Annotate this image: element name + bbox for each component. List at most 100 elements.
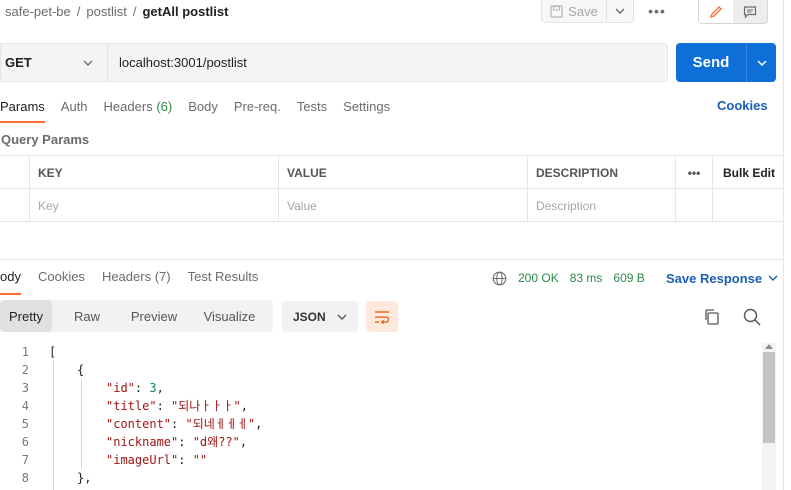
line-number: 3 bbox=[21, 381, 29, 395]
code-text: }, bbox=[77, 471, 92, 485]
tab-response-headers[interactable]: Headers (7) bbox=[102, 269, 171, 291]
json-string: "되네ㅔㅔㅔ" bbox=[185, 417, 256, 431]
breadcrumb-folder[interactable]: postlist bbox=[86, 4, 126, 19]
tab-settings[interactable]: Settings bbox=[343, 97, 390, 123]
table-row: Key Value Description bbox=[0, 189, 783, 222]
breadcrumb-request[interactable]: getAll postlist bbox=[142, 4, 228, 19]
response-body-editor[interactable]: 1 [ 2 { 3 "id": 3, 4 "title": "되나ㅏㅏㅏ", 5… bbox=[0, 343, 770, 490]
send-button[interactable]: Send bbox=[676, 43, 746, 82]
line-number: 5 bbox=[21, 417, 29, 431]
line-number: 7 bbox=[21, 453, 29, 467]
breadcrumb-separator: / bbox=[132, 3, 137, 19]
view-raw[interactable]: Raw bbox=[52, 300, 122, 332]
code-line: 6 "nickname": "d왜??", bbox=[0, 433, 760, 451]
param-description-input[interactable]: Description bbox=[528, 189, 676, 222]
comments-mode-button[interactable] bbox=[733, 0, 767, 23]
tab-test-results[interactable]: Test Results bbox=[188, 269, 259, 291]
tab-response-cookies[interactable]: Cookies bbox=[38, 269, 85, 291]
tab-tests[interactable]: Tests bbox=[297, 97, 327, 123]
json-number: 3 bbox=[149, 381, 157, 395]
tab-headers[interactable]: Headers (6) bbox=[104, 97, 173, 123]
json-separator: : bbox=[178, 435, 193, 449]
json-key: "content" bbox=[106, 417, 172, 431]
view-preview[interactable]: Preview bbox=[122, 300, 186, 332]
globe-icon[interactable] bbox=[492, 271, 507, 286]
json-string: "d왜??" bbox=[192, 435, 240, 449]
param-key-input[interactable]: Key bbox=[30, 189, 279, 222]
save-response-button[interactable]: Save Response bbox=[666, 269, 778, 287]
chevron-down-icon bbox=[615, 8, 625, 14]
code-line: 4 "title": "되나ㅏㅏㅏ", bbox=[0, 397, 760, 415]
format-select[interactable]: JSON bbox=[282, 301, 358, 332]
tab-body[interactable]: Body bbox=[188, 97, 218, 123]
save-icon bbox=[550, 4, 563, 18]
code-line: 8 }, bbox=[0, 469, 760, 487]
more-actions-button[interactable]: ••• bbox=[644, 2, 670, 20]
url-input[interactable]: localhost:3001/postlist bbox=[108, 43, 668, 82]
row-checkbox-cell bbox=[0, 189, 30, 222]
code-line: 7 "imageUrl": "" bbox=[0, 451, 760, 469]
column-options-button[interactable]: ••• bbox=[676, 156, 713, 189]
wrap-lines-icon bbox=[375, 310, 390, 324]
tab-params[interactable]: Params bbox=[0, 97, 45, 123]
row-empty-cell bbox=[713, 189, 783, 222]
column-key: KEY bbox=[30, 156, 279, 189]
breadcrumb-collection[interactable]: safe-pet-be bbox=[5, 4, 71, 19]
view-pretty[interactable]: Pretty bbox=[0, 300, 52, 332]
chevron-down-icon bbox=[768, 275, 778, 281]
method-select[interactable]: GET bbox=[0, 43, 108, 82]
save-label: Save bbox=[568, 3, 598, 19]
json-comma: , bbox=[156, 381, 164, 395]
response-size[interactable]: 609 B bbox=[613, 271, 644, 285]
tab-auth[interactable]: Auth bbox=[61, 97, 88, 123]
right-sidebar-edge bbox=[783, 0, 791, 490]
json-key: "title" bbox=[106, 399, 157, 413]
copy-icon[interactable] bbox=[702, 307, 722, 327]
editor-scrollbar-thumb[interactable] bbox=[763, 352, 775, 443]
tab-headers-count: (6) bbox=[156, 99, 173, 114]
indent-guide bbox=[53, 361, 54, 490]
cookies-link[interactable]: Cookies bbox=[717, 98, 768, 113]
save-options-button[interactable] bbox=[607, 0, 634, 23]
response-time[interactable]: 83 ms bbox=[570, 271, 603, 285]
tab-response-headers-label: Headers bbox=[101, 269, 152, 284]
status-code[interactable]: 200 OK bbox=[518, 271, 559, 285]
scroll-up-arrow-icon[interactable] bbox=[765, 344, 773, 349]
pencil-icon bbox=[709, 5, 722, 18]
json-comma: , bbox=[240, 399, 248, 413]
row-options-cell bbox=[676, 189, 713, 222]
line-number: 8 bbox=[21, 471, 29, 485]
save-button[interactable]: Save bbox=[541, 0, 607, 23]
json-key: "imageUrl" bbox=[106, 453, 179, 467]
request-tabs: Params Auth Headers (6) Body Pre-req. Te… bbox=[0, 97, 406, 123]
breadcrumb-separator: / bbox=[76, 3, 81, 19]
code-text: { bbox=[77, 363, 85, 377]
param-value-input[interactable]: Value bbox=[279, 189, 528, 222]
format-label: JSON bbox=[293, 309, 326, 324]
json-separator: : bbox=[178, 453, 193, 467]
search-icon[interactable] bbox=[742, 307, 762, 327]
json-separator: : bbox=[171, 417, 186, 431]
line-number: 2 bbox=[21, 363, 29, 377]
line-number: 1 bbox=[21, 345, 29, 359]
body-view-selector: Pretty Raw Preview Visualize bbox=[0, 300, 273, 332]
send-options-button[interactable] bbox=[746, 43, 776, 82]
table-header-checkbox-cell bbox=[0, 156, 30, 189]
wrap-lines-button[interactable] bbox=[366, 301, 398, 332]
code-line: 5 "content": "되네ㅔㅔㅔ", bbox=[0, 415, 760, 433]
tab-response-body[interactable]: ody bbox=[0, 269, 21, 295]
table-header-row: KEY VALUE DESCRIPTION ••• Bulk Edit bbox=[0, 156, 783, 189]
save-response-label: Save Response bbox=[666, 270, 763, 286]
indent-guide bbox=[81, 379, 82, 469]
json-comma: , bbox=[239, 435, 248, 449]
method-label: GET bbox=[5, 55, 32, 70]
json-comma: , bbox=[255, 417, 263, 431]
bulk-edit-button[interactable]: Bulk Edit bbox=[713, 156, 783, 189]
json-separator: : bbox=[156, 399, 172, 413]
view-visualize[interactable]: Visualize bbox=[186, 300, 273, 332]
edit-mode-button[interactable] bbox=[699, 0, 733, 23]
tab-prereq[interactable]: Pre-req. bbox=[234, 97, 281, 123]
pane-divider[interactable] bbox=[0, 259, 783, 260]
chevron-down-icon bbox=[83, 60, 93, 66]
line-number: 4 bbox=[21, 399, 29, 413]
